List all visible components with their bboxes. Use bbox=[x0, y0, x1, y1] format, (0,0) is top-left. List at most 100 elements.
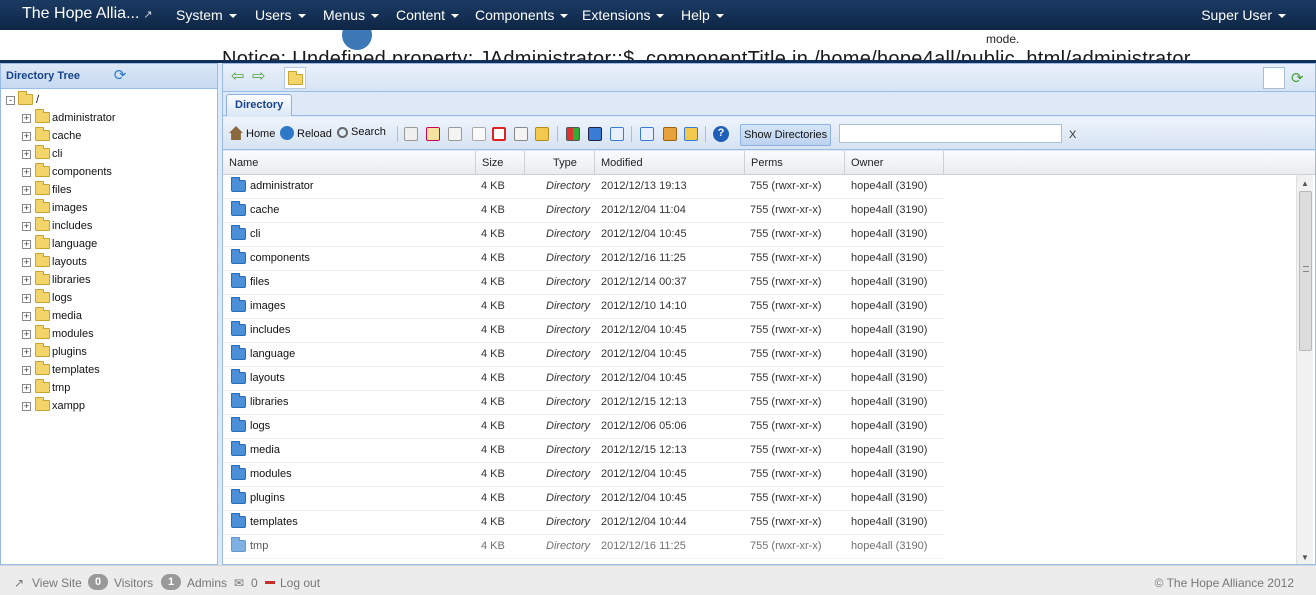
expand-icon[interactable]: + bbox=[22, 312, 31, 321]
column-perms[interactable]: Perms bbox=[745, 151, 845, 175]
table-row[interactable]: libraries 4 KB Directory 2012/12/15 12:13 75… bbox=[223, 391, 944, 415]
menu-menus[interactable]: Menus bbox=[323, 7, 380, 23]
table-row[interactable]: tmp 4 KB Directory 2012/12/16 11:25 755 (rwx… bbox=[223, 535, 944, 559]
tree-item-files[interactable]: + files bbox=[1, 181, 201, 200]
table-row[interactable]: administrator 4 KB Directory 2012/12/13 19:… bbox=[223, 175, 944, 199]
rename-icon[interactable] bbox=[514, 127, 528, 141]
tree-item-includes[interactable]: + includes bbox=[1, 217, 201, 236]
upload-icon[interactable] bbox=[640, 127, 654, 141]
path-input[interactable] bbox=[1263, 67, 1285, 89]
expand-icon[interactable]: + bbox=[22, 384, 31, 393]
download-icon[interactable] bbox=[610, 127, 624, 141]
home-button[interactable]: Home bbox=[229, 126, 275, 142]
scroll-thumb[interactable] bbox=[1299, 191, 1312, 351]
tree-item-tmp[interactable]: + tmp bbox=[1, 379, 201, 398]
tree-item-components[interactable]: + components bbox=[1, 163, 201, 182]
menu-system[interactable]: System bbox=[176, 7, 237, 23]
scroll-up-icon[interactable]: ▲ bbox=[1301, 179, 1309, 188]
view-site-link[interactable]: View Site bbox=[32, 576, 82, 590]
arrow-left-icon[interactable]: ⇦ bbox=[231, 68, 244, 86]
expand-icon[interactable]: + bbox=[22, 276, 31, 285]
filter-clear-button[interactable]: X bbox=[1069, 129, 1076, 141]
messages-count[interactable]: 0 bbox=[251, 576, 258, 590]
show-directories-toggle[interactable]: Show Directories bbox=[740, 124, 832, 146]
column-name[interactable]: Name bbox=[223, 151, 476, 175]
tree-item-administrator[interactable]: + administrator bbox=[1, 109, 201, 128]
visitors-label[interactable]: Visitors bbox=[114, 576, 153, 590]
column-modified[interactable]: Modified bbox=[595, 151, 745, 175]
permissions-icon[interactable] bbox=[535, 127, 549, 141]
expand-icon[interactable]: + bbox=[22, 114, 31, 123]
grid-scrollbar[interactable]: ▲ ▼ bbox=[1296, 175, 1313, 564]
expand-icon[interactable]: + bbox=[22, 222, 31, 231]
expand-icon[interactable]: + bbox=[22, 240, 31, 249]
logout-link[interactable]: Log out bbox=[280, 576, 320, 590]
site-brand-link[interactable]: The Hope Allia... ↗ bbox=[22, 5, 153, 23]
filter-input[interactable] bbox=[839, 124, 1062, 143]
tree-item-root[interactable]: - / bbox=[1, 91, 201, 110]
document-icon[interactable] bbox=[472, 127, 486, 141]
table-row[interactable]: logs 4 KB Directory 2012/12/06 05:06 755 (rw… bbox=[223, 415, 944, 439]
tree-item-language[interactable]: + language bbox=[1, 235, 201, 254]
copy-icon[interactable] bbox=[448, 127, 462, 141]
table-row[interactable]: layouts 4 KB Directory 2012/12/04 10:45 755 … bbox=[223, 367, 944, 391]
view-icon[interactable] bbox=[566, 127, 580, 141]
column-owner[interactable]: Owner bbox=[845, 151, 944, 175]
tree-item-xampp[interactable]: + xampp bbox=[1, 397, 201, 416]
admins-label[interactable]: Admins bbox=[187, 576, 227, 590]
expand-icon[interactable]: + bbox=[22, 258, 31, 267]
table-row[interactable]: cli 4 KB Directory 2012/12/04 10:45 755 (rwx… bbox=[223, 223, 944, 247]
table-row[interactable]: cache 4 KB Directory 2012/12/04 11:04 755 (r… bbox=[223, 199, 944, 223]
refresh-icon[interactable]: ⟳ bbox=[112, 68, 128, 84]
table-row[interactable]: templates 4 KB Directory 2012/12/04 10:44 75… bbox=[223, 511, 944, 535]
arrow-right-icon[interactable]: ⇨ bbox=[252, 68, 265, 86]
user-menu[interactable]: Super User bbox=[1201, 7, 1286, 23]
tree-item-images[interactable]: + images bbox=[1, 199, 201, 218]
expand-icon[interactable]: + bbox=[22, 348, 31, 357]
tree-item-modules[interactable]: + modules bbox=[1, 325, 201, 344]
table-row[interactable]: images 4 KB Directory 2012/12/10 14:10 755 (… bbox=[223, 295, 944, 319]
delete-icon[interactable] bbox=[492, 127, 506, 141]
scroll-down-icon[interactable]: ▼ bbox=[1301, 553, 1309, 562]
menu-users[interactable]: Users bbox=[255, 7, 306, 23]
expand-icon[interactable]: + bbox=[22, 132, 31, 141]
tree-item-cli[interactable]: + cli bbox=[1, 145, 201, 164]
refresh-icon[interactable]: ⟳ bbox=[1291, 69, 1304, 87]
table-row[interactable]: modules 4 KB Directory 2012/12/04 10:45 755 … bbox=[223, 463, 944, 487]
expand-icon[interactable]: + bbox=[22, 204, 31, 213]
reload-button[interactable]: Reload bbox=[280, 126, 332, 142]
new-file-icon[interactable] bbox=[404, 127, 418, 141]
archive-icon[interactable] bbox=[663, 127, 677, 141]
help-icon[interactable]: ? bbox=[713, 126, 729, 142]
table-row[interactable]: components 4 KB Directory 2012/12/16 11:25 7… bbox=[223, 247, 944, 271]
menu-content[interactable]: Content bbox=[396, 7, 460, 23]
expand-icon[interactable]: + bbox=[22, 366, 31, 375]
menu-components[interactable]: Components bbox=[475, 7, 569, 23]
column-size[interactable]: Size bbox=[476, 151, 525, 175]
tab-directory[interactable]: Directory bbox=[226, 94, 293, 116]
tree-item-templates[interactable]: + templates bbox=[1, 361, 201, 380]
menu-extensions[interactable]: Extensions bbox=[582, 7, 665, 23]
table-row[interactable]: language 4 KB Directory 2012/12/04 10:45 755… bbox=[223, 343, 944, 367]
tree-item-libraries[interactable]: + libraries bbox=[1, 271, 201, 290]
menu-help[interactable]: Help bbox=[681, 7, 724, 23]
expand-icon[interactable]: + bbox=[22, 294, 31, 303]
edit-icon[interactable] bbox=[426, 127, 440, 141]
extract-icon[interactable] bbox=[684, 127, 698, 141]
tree-item-logs[interactable]: + logs bbox=[1, 289, 201, 308]
tree-item-media[interactable]: + media bbox=[1, 307, 201, 326]
expand-icon[interactable]: + bbox=[22, 186, 31, 195]
expand-icon[interactable]: + bbox=[22, 330, 31, 339]
expand-icon[interactable]: + bbox=[22, 402, 31, 411]
expand-icon[interactable]: + bbox=[22, 150, 31, 159]
expand-icon[interactable]: + bbox=[22, 168, 31, 177]
tree-item-cache[interactable]: + cache bbox=[1, 127, 201, 146]
tree-item-plugins[interactable]: + plugins bbox=[1, 343, 201, 362]
search-button[interactable]: Search bbox=[337, 126, 386, 142]
table-row[interactable]: includes 4 KB Directory 2012/12/04 10:45 755… bbox=[223, 319, 944, 343]
table-row[interactable]: plugins 4 KB Directory 2012/12/04 10:45 755 … bbox=[223, 487, 944, 511]
column-type[interactable]: Type bbox=[525, 151, 595, 175]
table-row[interactable]: media 4 KB Directory 2012/12/15 12:13 755 (r… bbox=[223, 439, 944, 463]
window-icon[interactable] bbox=[588, 127, 602, 141]
tree-item-layouts[interactable]: + layouts bbox=[1, 253, 201, 272]
